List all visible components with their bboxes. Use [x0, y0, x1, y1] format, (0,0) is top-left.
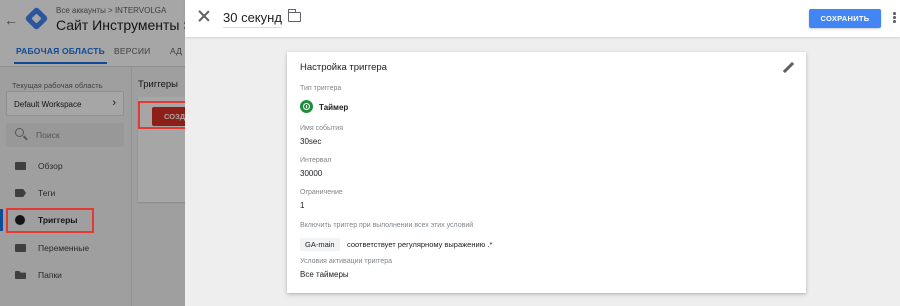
search-placeholder: Поиск — [36, 130, 60, 140]
workspace-label: Текущая рабочая область — [12, 81, 103, 90]
trigger-config-card[interactable]: Настройка триггера Тип триггера Таймер И… — [287, 52, 806, 293]
container-title[interactable]: Сайт Инструменты SE — [56, 17, 185, 33]
trigger-type-value: Таймер — [319, 103, 349, 112]
folder-icon — [15, 271, 26, 279]
triggers-list-area: Триггеры — [132, 67, 185, 306]
workspace-selector[interactable]: Default Workspace › — [6, 91, 124, 116]
search-icon — [15, 128, 24, 137]
limit-value: 1 — [300, 201, 305, 210]
event-name-label: Имя события — [300, 125, 343, 132]
save-button[interactable]: СОХРАНИТЬ — [809, 9, 881, 28]
sidebar-item-label: Теги — [38, 188, 56, 198]
condition-text: соответствует регулярному выражению .* — [347, 240, 493, 250]
more-vert-icon[interactable] — [893, 12, 896, 24]
sidebar-item-overview[interactable]: Обзор — [0, 155, 132, 177]
event-name-value: 30sec — [300, 137, 322, 146]
search-input[interactable]: Поиск — [6, 123, 124, 147]
page-title: Триггеры — [138, 79, 178, 90]
workspace-value: Default Workspace — [14, 100, 82, 109]
overview-icon — [15, 162, 26, 170]
sidebar-item-label: Папки — [38, 270, 62, 280]
trigger-type-label: Тип триггера — [300, 85, 342, 92]
sidebar-item-label: Триггеры — [38, 215, 78, 225]
interval-label: Интервал — [300, 157, 332, 164]
sidebar-item-triggers[interactable]: Триггеры — [0, 209, 132, 231]
workspace-tabs: РАБОЧАЯ ОБЛАСТЬ ВЕРСИИ АД — [0, 40, 185, 67]
trigger-editor-panel: 30 секунд СОХРАНИТЬ Настройка триггера Т… — [185, 0, 900, 306]
gtm-logo-icon — [24, 6, 49, 31]
card-title: Настройка триггера — [300, 62, 387, 73]
sidebar: Текущая рабочая область Default Workspac… — [0, 67, 132, 306]
sidebar-item-folders[interactable]: Папки — [0, 264, 132, 286]
sidebar-item-variables[interactable]: Переменные — [0, 237, 132, 259]
activation-value: Все таймеры — [300, 270, 349, 279]
triggers-icon — [15, 215, 25, 225]
tab-admin[interactable]: АД — [170, 46, 182, 56]
chevron-right-icon: › — [112, 97, 116, 109]
background-app: ← Все аккаунты > INTERVOLGA Сайт Инструм… — [0, 0, 185, 306]
sidebar-item-tags[interactable]: Теги — [0, 182, 132, 204]
sidebar-item-label: Переменные — [38, 243, 90, 253]
folder-icon[interactable] — [287, 9, 301, 22]
condition-row: GA-main соответствует регулярному выраже… — [300, 236, 493, 252]
create-trigger-button[interactable]: СОЗДАТЬ — [152, 107, 185, 126]
interval-value: 30000 — [300, 169, 323, 178]
activation-label: Условия активации триггера — [300, 258, 392, 265]
conditions-label: Включить триггер при выполнении всех эти… — [300, 222, 474, 229]
condition-variable-chip: GA-main — [300, 238, 340, 252]
back-arrow-icon[interactable]: ← — [4, 12, 18, 28]
trigger-name-field[interactable]: 30 секунд — [223, 10, 282, 28]
variables-icon — [15, 244, 26, 252]
editor-header: 30 секунд СОХРАНИТЬ — [185, 0, 900, 37]
tab-workspace[interactable]: РАБОЧАЯ ОБЛАСТЬ — [14, 46, 107, 64]
tab-versions[interactable]: ВЕРСИИ — [114, 46, 150, 56]
limit-label: Ограничение — [300, 189, 343, 196]
sidebar-item-label: Обзор — [38, 161, 63, 171]
edit-pencil-icon[interactable] — [782, 62, 794, 74]
tag-icon — [15, 189, 26, 197]
account-breadcrumb[interactable]: Все аккаунты > INTERVOLGA — [56, 6, 166, 15]
close-icon[interactable] — [197, 9, 211, 23]
timer-icon — [300, 100, 313, 113]
app-header: ← Все аккаунты > INTERVOLGA Сайт Инструм… — [0, 0, 185, 40]
